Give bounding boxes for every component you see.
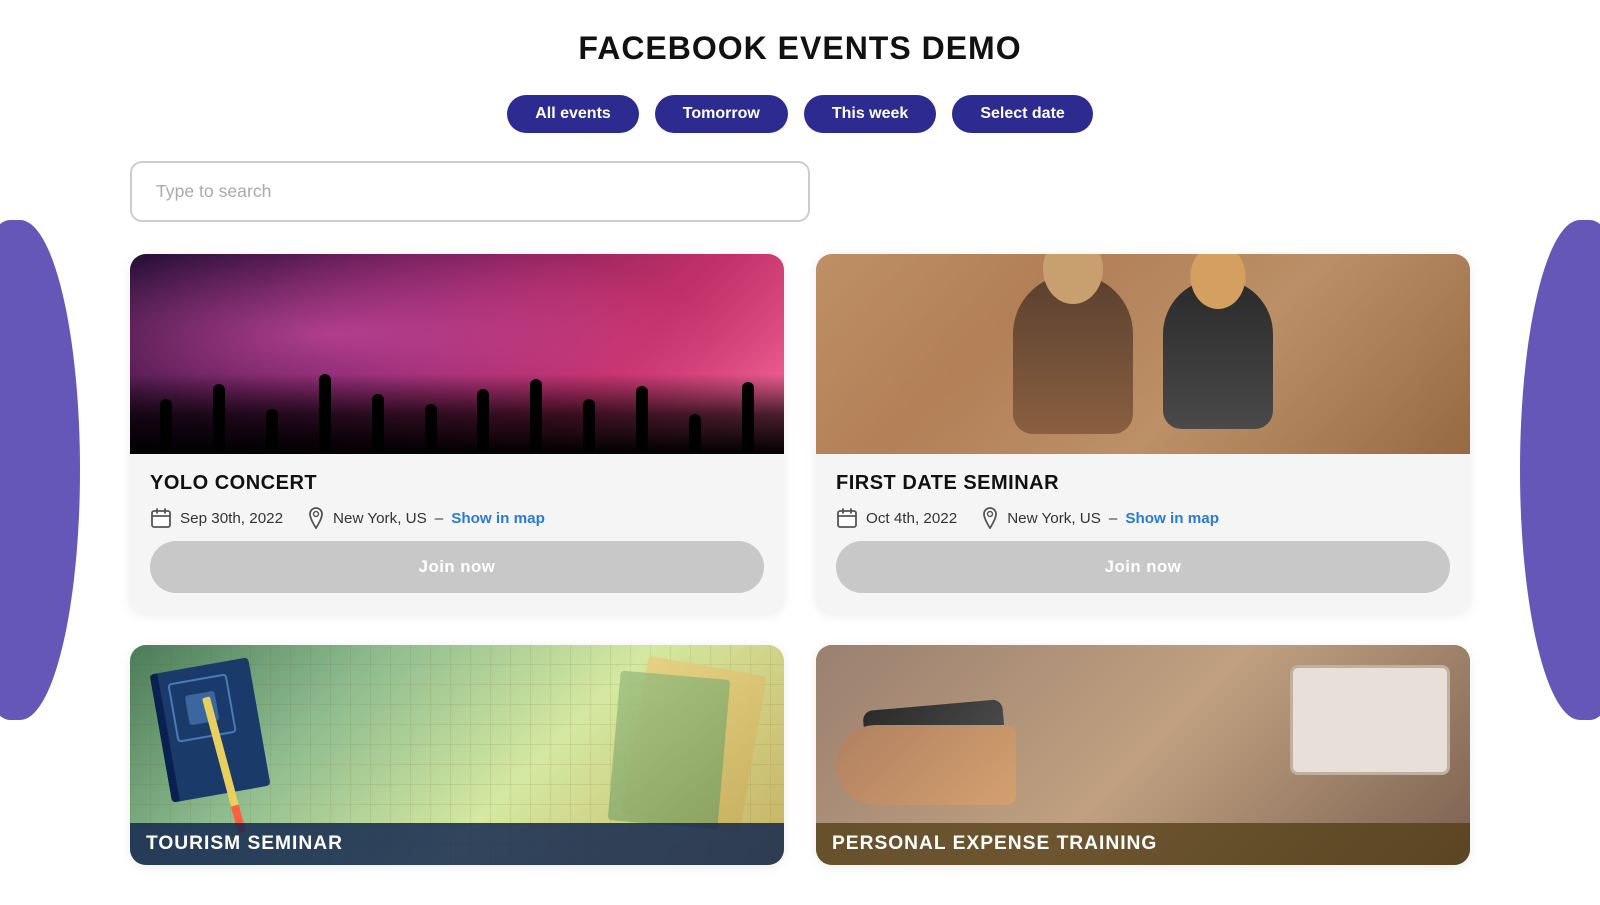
- event-location-firstdate: New York, US – Show in map: [981, 507, 1219, 529]
- page-title: FACEBOOK EVENTS DEMO: [130, 30, 1470, 67]
- event-meta-yolo: Sep 30th, 2022 New York, US – Show in ma…: [150, 507, 764, 529]
- filter-tomorrow[interactable]: Tomorrow: [655, 95, 788, 133]
- event-image-expense: PERSONAL EXPENSE TRAINING: [816, 645, 1470, 865]
- silhouette: [742, 382, 754, 454]
- event-title-yolo: YOLO CONCERT: [150, 472, 764, 495]
- silhouette: [636, 386, 648, 454]
- event-location-yolo: New York, US – Show in map: [307, 507, 545, 529]
- filter-bar: All events Tomorrow This week Select dat…: [130, 95, 1470, 133]
- calendar-icon: [150, 507, 172, 529]
- filter-all-events[interactable]: All events: [507, 95, 639, 133]
- concert-silhouettes: [130, 374, 784, 454]
- event-image-concert: [130, 254, 784, 454]
- event-card-yolo-concert: YOLO CONCERT Sep 30th, 2022: [130, 254, 784, 613]
- silhouette: [425, 404, 437, 454]
- search-input[interactable]: [130, 161, 810, 222]
- event-date-text-yolo: Sep 30th, 2022: [180, 510, 283, 527]
- event-title-date: FIRST DATE SEMINAR: [836, 472, 1450, 495]
- silhouette: [319, 374, 331, 454]
- page-wrapper: FACEBOOK EVENTS DEMO All events Tomorrow…: [50, 0, 1550, 905]
- silhouette: [213, 384, 225, 454]
- event-card-tourism: TOURISM SEMINAR: [130, 645, 784, 865]
- event-body-date: FIRST DATE SEMINAR Oct 4th, 2022: [816, 454, 1470, 613]
- search-bar-wrapper: [130, 161, 1470, 222]
- silhouette: [266, 409, 278, 454]
- dash-yolo: –: [435, 510, 443, 527]
- event-card-first-date: FIRST DATE SEMINAR Oct 4th, 2022: [816, 254, 1470, 613]
- event-location-text-yolo: New York, US: [333, 510, 427, 527]
- silhouette: [530, 379, 542, 454]
- silhouette: [689, 414, 701, 454]
- event-date-firstdate: Oct 4th, 2022: [836, 507, 957, 529]
- filter-select-date[interactable]: Select date: [952, 95, 1092, 133]
- silhouette: [583, 399, 595, 454]
- event-image-tourism: TOURISM SEMINAR: [130, 645, 784, 865]
- event-date-yolo: Sep 30th, 2022: [150, 507, 283, 529]
- filter-this-week[interactable]: This week: [804, 95, 936, 133]
- location-pin-icon-date: [981, 507, 999, 529]
- silhouette: [160, 399, 172, 454]
- join-button-date[interactable]: Join now: [836, 541, 1450, 593]
- event-meta-date: Oct 4th, 2022 New York, US – Show in map: [836, 507, 1450, 529]
- show-map-link-yolo[interactable]: Show in map: [451, 510, 545, 527]
- event-card-expense: PERSONAL EXPENSE TRAINING: [816, 645, 1470, 865]
- tourism-title-overlay: TOURISM SEMINAR: [130, 823, 784, 865]
- event-body-yolo: YOLO CONCERT Sep 30th, 2022: [130, 454, 784, 613]
- calendar-icon-date: [836, 507, 858, 529]
- silhouette: [372, 394, 384, 454]
- event-image-date: [816, 254, 1470, 454]
- location-pin-icon: [307, 507, 325, 529]
- event-location-text-date: New York, US: [1007, 510, 1101, 527]
- expense-title-overlay: PERSONAL EXPENSE TRAINING: [816, 823, 1470, 865]
- silhouette: [477, 389, 489, 454]
- events-grid: YOLO CONCERT Sep 30th, 2022: [130, 254, 1470, 865]
- show-map-link-date[interactable]: Show in map: [1125, 510, 1219, 527]
- dash-date: –: [1109, 510, 1117, 527]
- join-button-yolo[interactable]: Join now: [150, 541, 764, 593]
- event-date-text-date: Oct 4th, 2022: [866, 510, 957, 527]
